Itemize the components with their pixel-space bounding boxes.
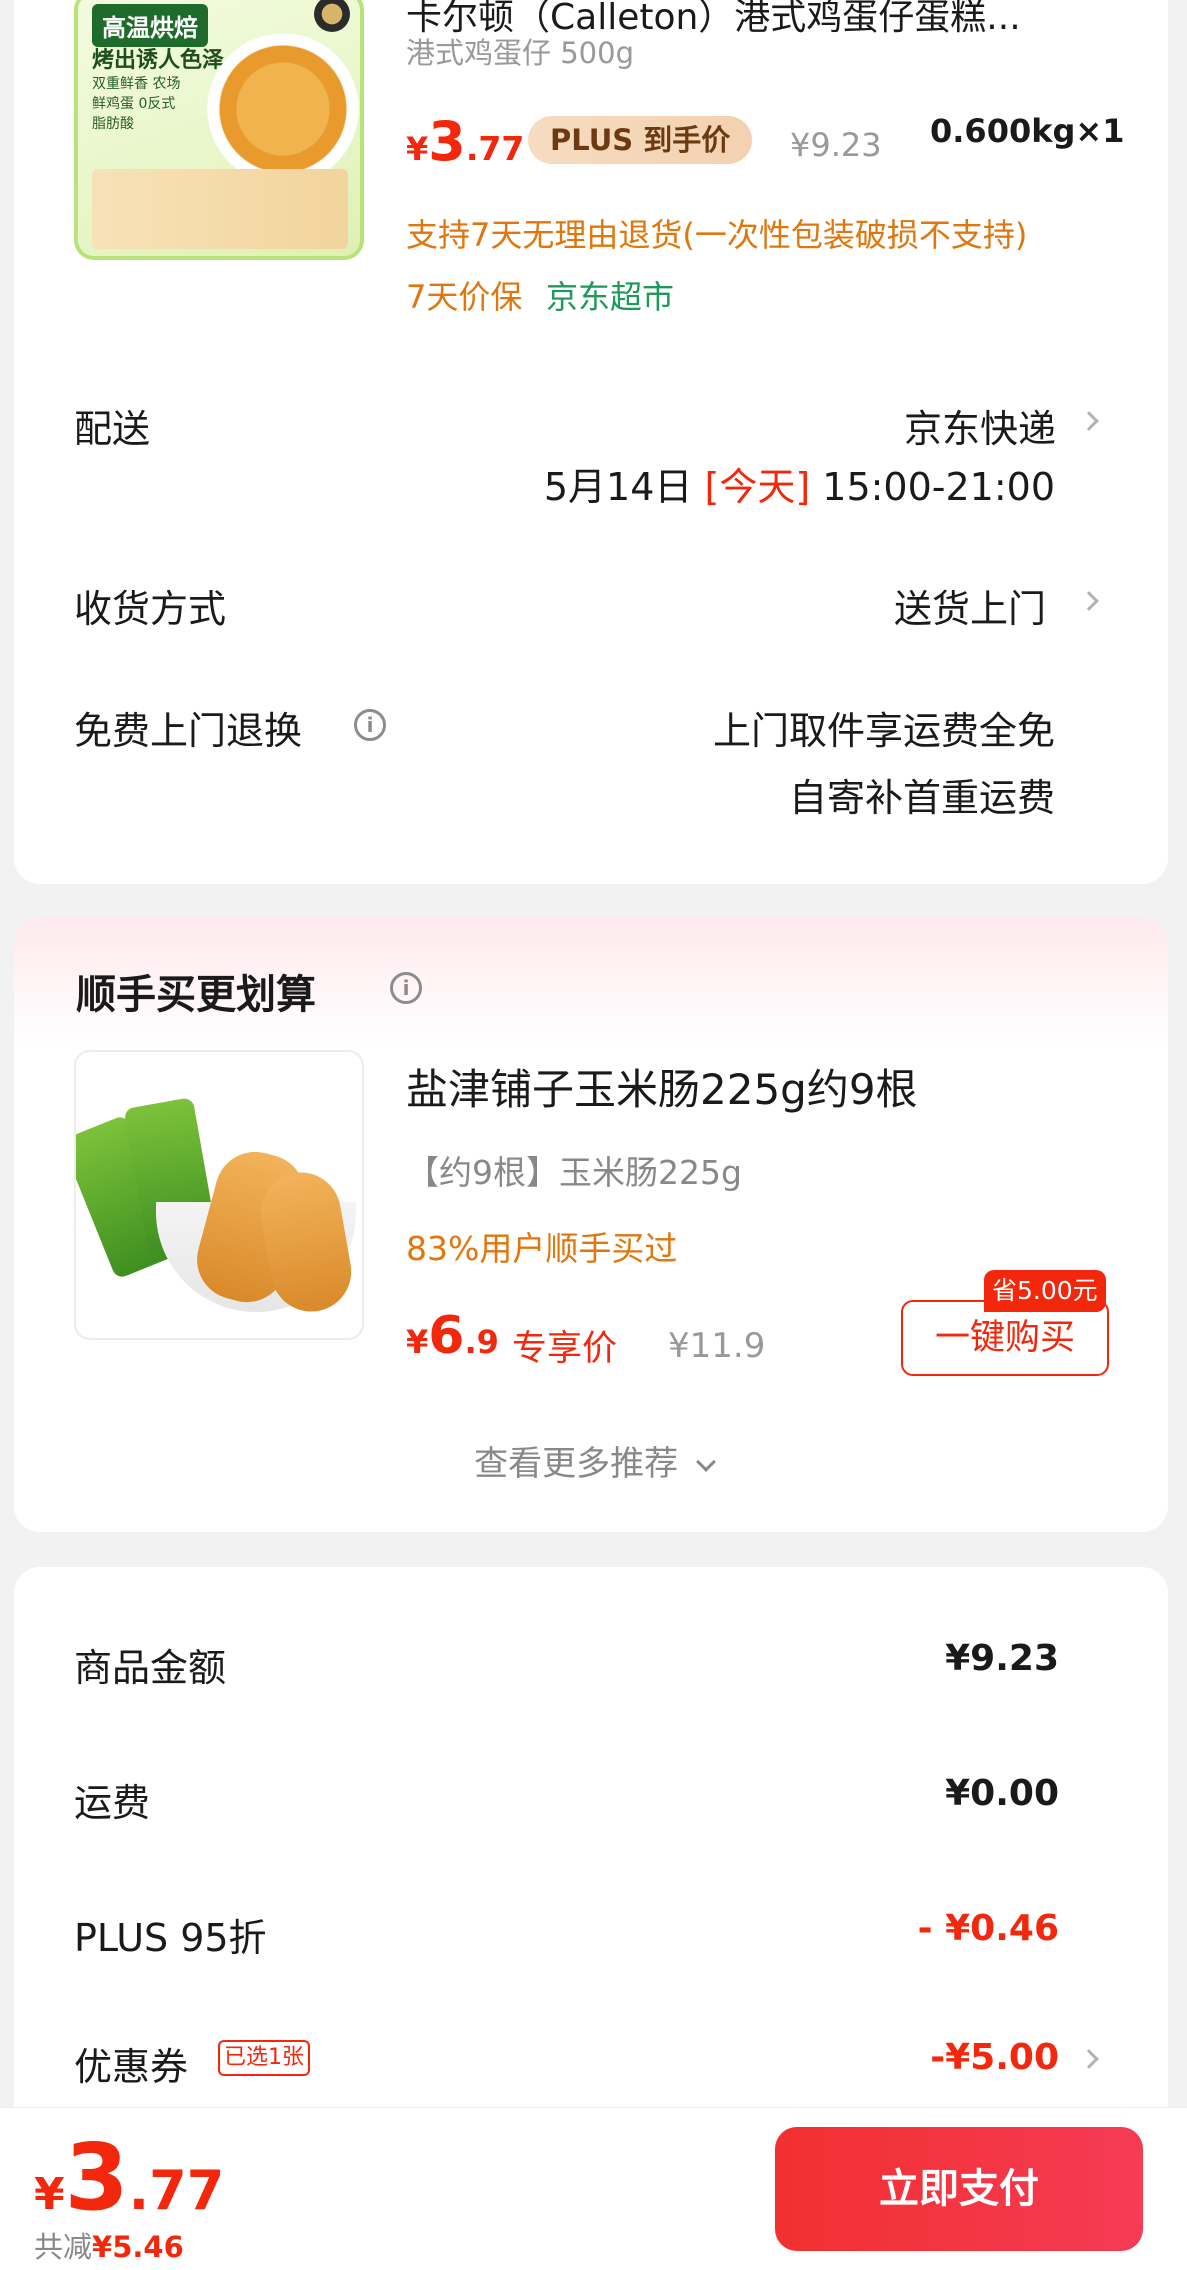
price-integer: 3: [428, 110, 466, 173]
recommend-item-bought: 83%用户顺手买过: [406, 1229, 678, 1268]
recommend-item-spec: 【约9根】玉米肠225g: [406, 1153, 742, 1192]
recommend-item-price: ¥6.9: [406, 1306, 499, 1366]
thumb-plate-image: [188, 34, 360, 184]
plus-discount-label: PLUS 95折: [74, 1916, 267, 1960]
price-integer: 3: [64, 2124, 129, 2231]
delivery-bracket-close: ]: [795, 465, 811, 509]
store-label: 京东超市: [546, 278, 675, 316]
delivery-label: 配送: [74, 407, 151, 451]
free-return-label: 免费上门退换: [74, 709, 303, 753]
receive-label: 收货方式: [74, 587, 227, 631]
goods-amount-value: ¥9.23: [945, 1638, 1059, 1679]
return-policy: 支持7天无理由退货(一次性包装破损不支持): [406, 216, 1028, 254]
delivery-date: 5月14日: [543, 465, 693, 509]
price-currency: ¥: [34, 2169, 65, 2220]
delivery-time[interactable]: 5月14日 [今天] 15:00-21:00: [544, 456, 1055, 511]
chevron-down-icon: [696, 1452, 716, 1472]
product-spec: 港式鸡蛋仔 500g: [406, 36, 634, 70]
save-badge: 省5.00元: [984, 1270, 1106, 1312]
free-return-line2: 自寄补首重运费: [788, 776, 1055, 820]
price-decimal: .77: [128, 2159, 225, 2222]
thumb-points: 双重鲜香 农场鲜鸡蛋 0反式脂肪酸: [92, 76, 181, 132]
more-recommend-label: 查看更多推荐: [474, 1444, 679, 1484]
more-recommend-link[interactable]: 查看更多推荐: [0, 1436, 1187, 1485]
shipping-label: 运费: [74, 1781, 151, 1825]
receive-value[interactable]: 送货上门: [894, 578, 1046, 633]
pay-now-button[interactable]: 立即支付: [775, 2127, 1143, 2251]
shipping-value: ¥0.00: [945, 1773, 1059, 1814]
coupon-selected-tag: 已选1张: [218, 2040, 310, 2076]
plus-price-tag: PLUS 到手价: [528, 116, 753, 164]
price-integer: 6: [428, 1306, 465, 1366]
goods-amount-label: 商品金额: [74, 1646, 227, 1690]
delivery-bracket-open: [: [704, 465, 720, 509]
total-saved-label: 共减: [34, 2230, 93, 2264]
delivery-today: 今天: [719, 465, 796, 509]
recommend-info-icon[interactable]: i: [390, 972, 422, 1004]
thumb-box-image: [92, 169, 348, 249]
price-currency: ¥: [406, 130, 429, 168]
delivery-carrier[interactable]: 京东快递: [904, 398, 1056, 453]
price-decimal: .9: [464, 1323, 499, 1361]
product-price: ¥3.77: [406, 110, 524, 173]
coupon-value[interactable]: -¥5.00: [930, 2037, 1059, 2078]
thumb-badge: 高温烘焙: [92, 4, 208, 47]
total-price: ¥3.77: [34, 2124, 224, 2231]
free-return-line1: 上门取件享运费全免: [712, 709, 1055, 753]
recommend-original-price: ¥11.9: [668, 1326, 766, 1366]
exclusive-price-tag: 专享价: [512, 1329, 618, 1369]
recommend-thumbnail[interactable]: [74, 1050, 364, 1340]
coupon-label: 优惠券: [74, 2045, 189, 2089]
medal-icon: [314, 0, 350, 32]
total-saved: 共减¥5.46: [34, 2224, 184, 2266]
info-icon[interactable]: i: [354, 709, 386, 741]
total-saved-value: ¥5.46: [92, 2230, 184, 2264]
delivery-time-window: 15:00-21:00: [822, 465, 1055, 509]
product-thumbnail[interactable]: 高温烘焙 烤出诱人色泽 双重鲜香 农场鲜鸡蛋 0反式脂肪酸: [74, 0, 364, 260]
product-original-price: ¥9.23: [790, 126, 882, 164]
price-decimal: .77: [465, 129, 525, 168]
recommend-title: 顺手买更划算: [76, 972, 316, 1018]
plus-discount-value: - ¥0.46: [917, 1908, 1059, 1949]
price-currency: ¥: [406, 1323, 429, 1361]
recommend-item-title[interactable]: 盐津铺子玉米肠225g约9根: [406, 1056, 918, 1117]
price-protect-label: 7天价保: [406, 278, 523, 316]
product-quantity: 0.600kg×1: [930, 112, 1125, 150]
